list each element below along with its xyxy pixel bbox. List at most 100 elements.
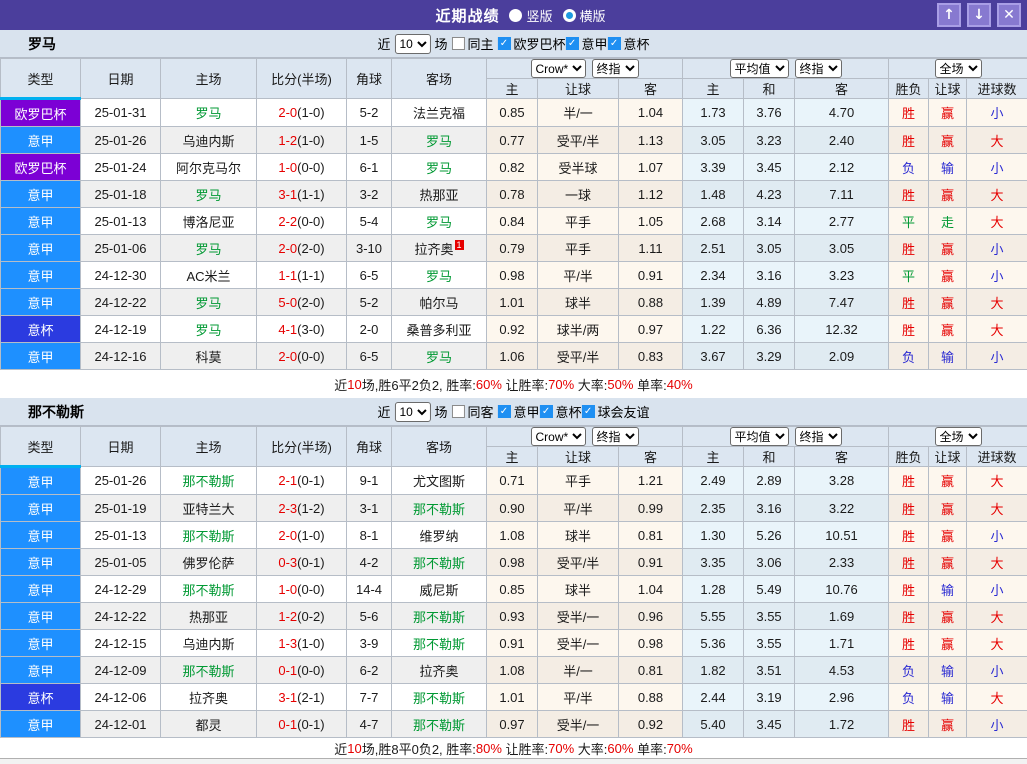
crow-handicap: 半/一 [538,99,619,127]
corner-count: 6-5 [347,343,392,370]
avg-home-odds: 1.39 [683,289,744,316]
col-away: 客场 [392,427,487,467]
crow-home-odds: 1.06 [487,343,538,370]
league-filter[interactable]: 欧罗巴杯 [498,34,566,53]
col-crow-handicap: 让球 [538,447,619,467]
header-group-row: 类型 日期 主场 比分(半场) 角球 客场 Crow*终指 平均值终指 全场 [1,59,1027,79]
crow-group-header: Crow* 终指 [487,427,683,447]
halftime-score: (1-0) [297,133,324,148]
avg-home-odds: 2.49 [683,467,744,495]
avg-away-odds: 3.28 [795,467,889,495]
away-team-name: 那不勒斯 [413,718,465,733]
radio-selected-icon[interactable] [509,9,522,22]
home-team: 拉齐奥 [161,684,257,711]
league-checkbox[interactable] [498,405,511,418]
league-filter[interactable]: 球会友谊 [582,402,650,421]
close-icon[interactable]: ✕ [997,3,1021,27]
away-team-name: 那不勒斯 [413,556,465,571]
handicap-result: 输 [929,343,967,370]
scope-select[interactable]: 全场 [935,427,982,446]
crow-closing-select[interactable]: 终指 [592,427,639,446]
radio-vertical-layout[interactable]: 竖版 [509,6,552,25]
fulltime-score: 1-0 [278,160,297,175]
average-select[interactable]: 平均值 [730,427,789,446]
crow-home-odds: 0.93 [487,603,538,630]
crow-closing-select[interactable]: 终指 [592,59,639,78]
average-select[interactable]: 平均值 [730,59,789,78]
match-row: 意甲24-12-29那不勒斯1-0(0-0)14-4威尼斯0.85球半1.041… [1,576,1027,603]
league-filter[interactable]: 意甲 [566,34,608,53]
halftime-score: (0-1) [297,717,324,732]
handicap-result: 赢 [929,289,967,316]
same-venue-checkbox[interactable] [451,405,464,418]
crow-away-odds: 0.97 [619,316,683,343]
summary-value: 70% [548,741,574,756]
league-checkbox[interactable] [608,37,621,50]
crow-away-odds: 0.91 [619,549,683,576]
avg-draw-odds: 2.89 [744,467,795,495]
crow-home-odds: 0.77 [487,127,538,154]
winlose-result: 胜 [889,235,929,262]
match-type-badge: 意甲 [1,208,81,235]
team-name: 那不勒斯 [0,402,84,422]
winlose-result: 胜 [889,495,929,522]
same-venue-filter[interactable]: 同主 [451,34,493,53]
league-checkbox[interactable] [540,405,553,418]
league-filter[interactable]: 意杯 [608,34,650,53]
home-team: 乌迪内斯 [161,127,257,154]
match-date: 25-01-13 [81,208,161,235]
crow-handicap: 平/半 [538,684,619,711]
avg-draw-odds: 3.76 [744,99,795,127]
match-date: 24-12-22 [81,603,161,630]
away-team: 维罗纳 [392,522,487,549]
summary-value: 40% [667,377,693,392]
scroll-up-button[interactable]: ↑ [937,3,961,27]
away-team: 罗马 [392,127,487,154]
col-away: 客场 [392,59,487,99]
bookmaker-select[interactable]: Crow* [531,59,586,78]
match-date: 24-12-22 [81,289,161,316]
crow-away-odds: 1.21 [619,467,683,495]
match-type-badge: 欧罗巴杯 [1,99,81,127]
league-filter[interactable]: 意甲 [498,402,540,421]
league-checkbox[interactable] [498,37,511,50]
score: 2-0(1-0) [257,522,347,549]
match-row: 意甲24-12-22罗马5-0(2-0)5-2帕尔马1.01球半0.881.39… [1,289,1027,316]
filter-bar: 近 10 场 同客 意甲意杯球会友谊 [377,402,649,422]
radio-horizontal-layout[interactable]: 横版 [563,6,606,25]
match-count-select[interactable]: 10 [394,34,430,54]
scroll-down-button[interactable]: ↓ [967,3,991,27]
scope-select[interactable]: 全场 [935,59,982,78]
away-team-name: 罗马 [426,134,452,149]
radio-unselected-icon[interactable] [563,9,576,22]
match-count-select[interactable]: 10 [394,402,430,422]
league-filter[interactable]: 意杯 [540,402,582,421]
league-checkbox[interactable] [582,405,595,418]
summary-value: 50% [607,377,633,392]
avg-closing-select[interactable]: 终指 [795,59,842,78]
halftime-score: (0-0) [297,582,324,597]
fulltime-score: 0-1 [278,717,297,732]
winlose-result: 负 [889,657,929,684]
away-team-name: 桑普多利亚 [406,323,471,338]
corner-count: 3-2 [347,181,392,208]
handicap-result: 赢 [929,603,967,630]
league-checkbox[interactable] [566,37,579,50]
away-team-name: 热那亚 [419,188,458,203]
away-team: 热那亚 [392,181,487,208]
fulltime-score: 0-3 [278,555,297,570]
same-venue-filter[interactable]: 同客 [451,402,493,421]
avg-away-odds: 3.23 [795,262,889,289]
away-team: 桑普多利亚 [392,316,487,343]
crow-home-odds: 1.01 [487,684,538,711]
same-venue-checkbox[interactable] [451,37,464,50]
handicap-result: 赢 [929,127,967,154]
home-team: AC米兰 [161,262,257,289]
avg-closing-select[interactable]: 终指 [795,427,842,446]
away-team-name: 拉齐奥 [419,664,458,679]
handicap-result: 赢 [929,235,967,262]
avg-draw-odds: 3.45 [744,154,795,181]
bookmaker-select[interactable]: Crow* [531,427,586,446]
winlose-result: 负 [889,684,929,711]
home-team: 博洛尼亚 [161,208,257,235]
